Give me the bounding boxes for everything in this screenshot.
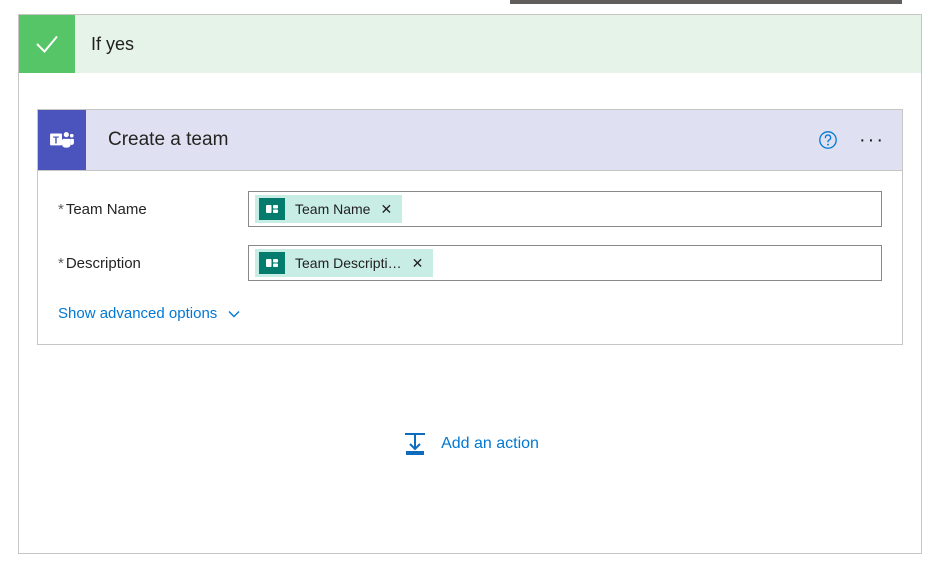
- field-row-description: * Description: [58, 245, 882, 281]
- action-card-create-team: T Create a team: [37, 109, 903, 345]
- action-header-controls: ···: [818, 130, 902, 150]
- chevron-down-icon: [227, 307, 241, 321]
- action-card-body: * Team Name: [38, 171, 902, 344]
- description-input[interactable]: Team Descripti… ✕: [248, 245, 882, 281]
- more-options-button[interactable]: ···: [858, 130, 886, 150]
- token-label: Team Name: [295, 201, 370, 217]
- team-name-input[interactable]: Team Name ✕: [248, 191, 882, 227]
- add-action-button[interactable]: Add an action: [37, 431, 903, 457]
- show-advanced-options-link[interactable]: Show advanced options: [58, 305, 241, 322]
- checkmark-icon: [19, 15, 75, 73]
- required-star: *: [58, 201, 64, 218]
- token-label: Team Descripti…: [295, 255, 402, 271]
- dynamic-content-token[interactable]: Team Name ✕: [255, 195, 402, 223]
- forms-icon: [259, 252, 285, 274]
- top-toolbar-stub: [510, 0, 902, 4]
- token-remove-button[interactable]: ✕: [380, 201, 392, 218]
- required-star: *: [58, 255, 64, 272]
- condition-branch-header[interactable]: If yes: [19, 15, 921, 73]
- field-label-text: Team Name: [66, 201, 147, 218]
- field-label-text: Description: [66, 255, 141, 272]
- if-yes-container: If yes T Create a: [18, 14, 922, 554]
- forms-icon: [259, 198, 285, 220]
- insert-step-icon: [401, 431, 429, 457]
- token-remove-button[interactable]: ✕: [412, 255, 424, 272]
- field-label: * Description: [58, 255, 248, 272]
- field-row-team-name: * Team Name: [58, 191, 882, 227]
- dynamic-content-token[interactable]: Team Descripti… ✕: [255, 249, 433, 277]
- condition-branch-label: If yes: [75, 15, 134, 73]
- field-label: * Team Name: [58, 201, 248, 218]
- action-card-header[interactable]: T Create a team: [38, 110, 902, 171]
- add-action-label: Add an action: [441, 435, 539, 453]
- help-icon[interactable]: [818, 130, 838, 150]
- svg-text:T: T: [53, 135, 59, 146]
- advanced-options-label: Show advanced options: [58, 305, 217, 322]
- condition-branch-body: T Create a team: [19, 73, 921, 457]
- flow-designer-canvas: If yes T Create a: [0, 0, 940, 565]
- teams-icon: T: [38, 110, 86, 170]
- action-title: Create a team: [86, 129, 818, 151]
